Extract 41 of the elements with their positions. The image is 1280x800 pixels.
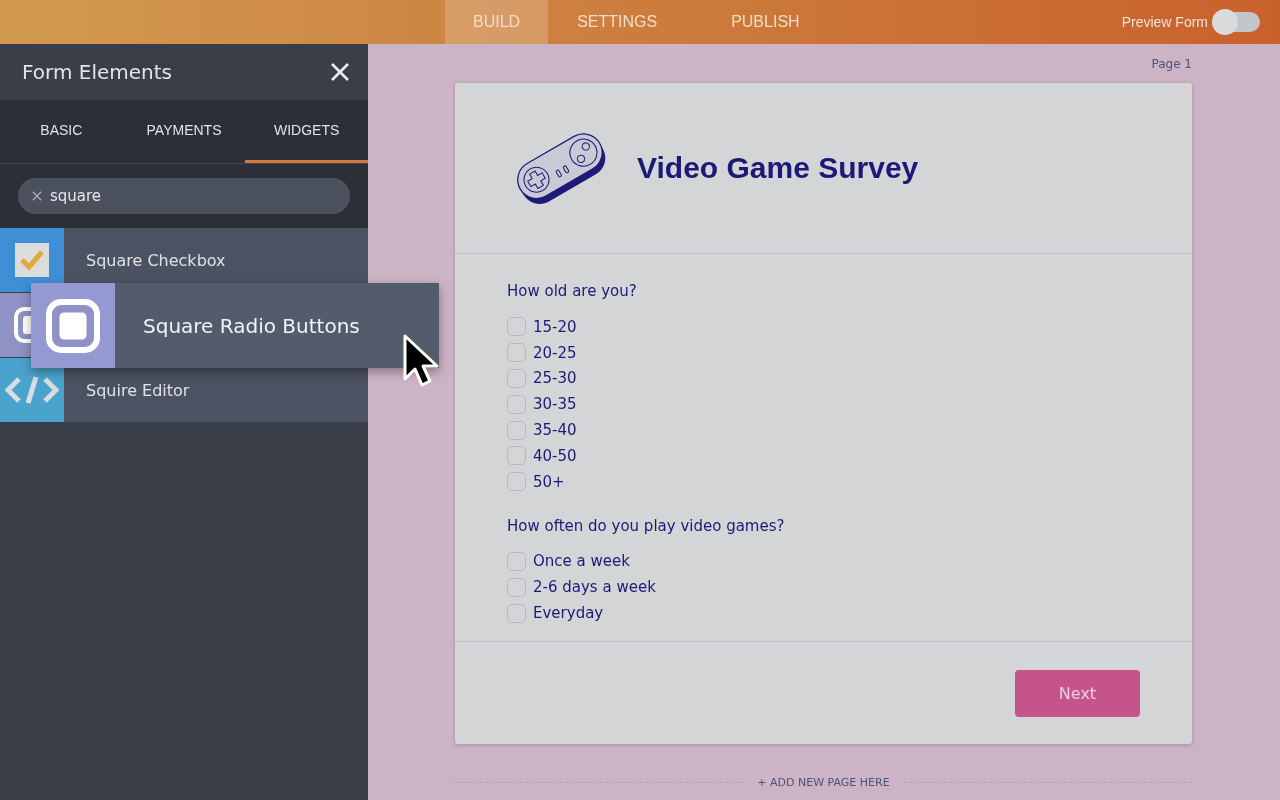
option-label: Everyday <box>533 604 604 623</box>
checkbox[interactable] <box>507 369 526 388</box>
form-title: Video Game Survey <box>637 151 919 185</box>
search-field[interactable]: square <box>18 178 350 214</box>
option-label: 35-40 <box>533 421 577 440</box>
question-label: How often do you play video games? <box>507 516 786 535</box>
panel-tab[interactable]: BASIC <box>0 100 123 163</box>
panel-tab[interactable]: PAYMENTS <box>122 100 246 163</box>
panel-title: Form Elements <box>22 60 172 84</box>
dragged-widget-overlay[interactable]: Square Radio Buttons <box>31 283 439 368</box>
option-label: 50+ <box>533 472 565 491</box>
checkbox[interactable] <box>507 446 526 466</box>
code-icon <box>5 374 59 406</box>
widget-label: Squire Editor <box>86 380 190 400</box>
rounded-square-icon <box>46 298 100 353</box>
question-label: How old are you? <box>507 282 638 300</box>
option-label: 20-25 <box>533 343 577 362</box>
close-icon <box>330 62 350 82</box>
toggle-switch[interactable] <box>1214 12 1260 32</box>
add-page-link[interactable]: + ADD NEW PAGE HERE <box>757 776 890 789</box>
checkbox[interactable] <box>507 577 526 597</box>
option-label: 30-35 <box>533 395 577 414</box>
checkbox[interactable] <box>507 420 526 440</box>
checkbox[interactable] <box>507 551 526 571</box>
checkbox[interactable] <box>507 603 526 623</box>
close-button[interactable] <box>330 62 350 82</box>
checkbox[interactable] <box>507 317 526 337</box>
option-label: Once a week <box>533 552 630 571</box>
preview-label: Preview Form <box>1121 14 1208 30</box>
clear-icon <box>32 191 42 201</box>
search-input[interactable]: square <box>50 187 310 205</box>
checkbox[interactable] <box>507 394 526 414</box>
checkbox[interactable] <box>507 472 526 492</box>
checkbox-icon <box>14 242 50 278</box>
option-label: 40-50 <box>533 446 577 465</box>
option-label: 25-30 <box>533 369 577 388</box>
widget-label: Square Checkbox <box>86 250 226 270</box>
page-label: Page 1 <box>1151 56 1192 71</box>
option-label: 15-20 <box>533 317 577 336</box>
checkbox[interactable] <box>507 343 526 363</box>
option-label: 2-6 days a week <box>533 578 656 597</box>
